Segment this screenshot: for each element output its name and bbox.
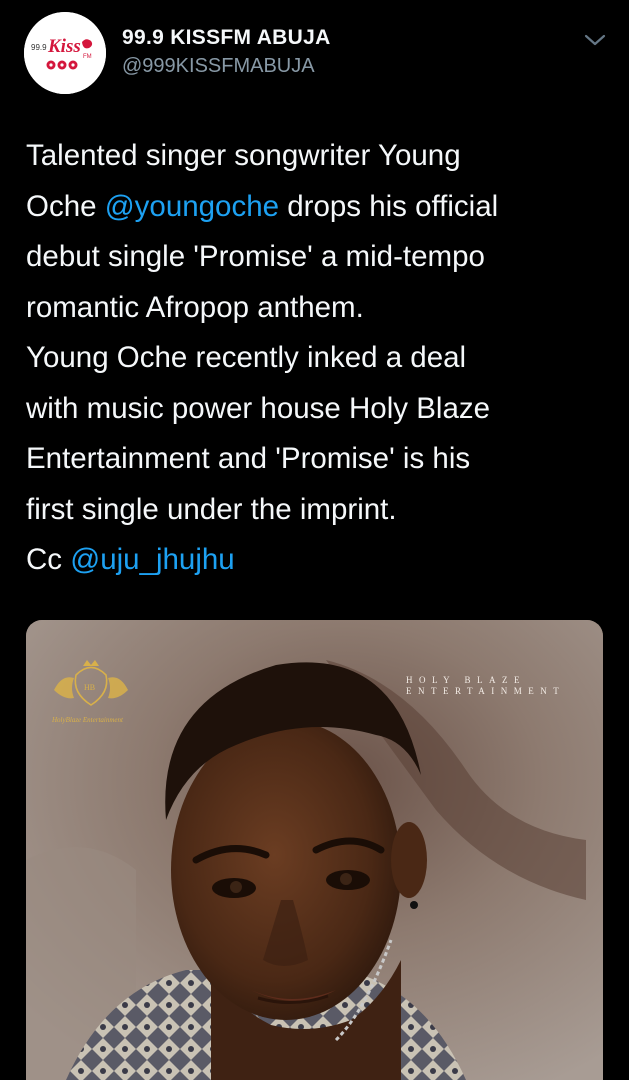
tweet-text-segment: Talented singer songwriter Young [26, 139, 461, 172]
svg-text:Kiss: Kiss [47, 36, 81, 57]
tweet-text-segment: Entertainment and 'Promise' is his [26, 442, 471, 475]
brand-line-1: HOLY BLAZE [406, 675, 527, 685]
kissfm-logo-icon: 99.9 Kiss FM [24, 12, 106, 94]
logo-signature: HolyBlaze Entertainment [51, 716, 124, 724]
tweet-text-segment: debut single 'Promise' a mid-tempo [26, 240, 485, 273]
tweet-line: romantic Afropop anthem. [26, 283, 611, 334]
brand-line-2: ENTERTAINMENT [406, 686, 566, 696]
tweet-text-segment: romantic Afropop anthem. [26, 290, 364, 324]
tweet-text-segment: Young Oche recently inked a deal [26, 341, 467, 374]
display-name[interactable]: 99.9 KISSFM ABUJA [122, 26, 331, 50]
tweet-text: Talented singer songwriter Young Oche @yo… [26, 131, 611, 586]
mention-link[interactable]: @youngoche [105, 190, 279, 223]
tweet-line: Entertainment and 'Promise' is his [26, 434, 611, 485]
tweet-media-image[interactable]: HB HolyBlaze Entertainment HOLY BLAZE EN… [26, 620, 603, 1080]
user-handle[interactable]: @999KISSFMABUJA [122, 55, 315, 78]
holyblaze-logo-icon: HB HolyBlaze Entertainment [46, 650, 136, 730]
tweet-text-segment: drops his official [279, 189, 499, 223]
mention-link[interactable]: @uju_jhujhu [70, 543, 234, 576]
tweet-line: Talented singer songwriter Young [26, 131, 611, 182]
tweet-line: Young Oche recently inked a deal [26, 333, 611, 384]
svg-text:99.9: 99.9 [31, 43, 47, 52]
svg-text:FM: FM [83, 54, 92, 60]
tweet-line: Oche @youngoche drops his official [26, 182, 611, 233]
tweet-line: first single under the imprint. [26, 485, 611, 536]
tweet-line: Cc @uju_jhujhu [26, 535, 611, 586]
svg-text:HB: HB [84, 683, 95, 692]
tweet-text-segment: first single under the imprint. [26, 492, 397, 526]
chevron-down-icon[interactable] [582, 30, 608, 50]
tweet-line: with music power house Holy Blaze [26, 384, 611, 435]
tweet-text-segment: Cc [26, 543, 71, 576]
tweet-line: debut single 'Promise' a mid-tempo [26, 232, 611, 283]
media-brand-text: HOLY BLAZE ENTERTAINMENT [406, 675, 565, 697]
avatar[interactable]: 99.9 Kiss FM [24, 12, 106, 94]
tweet-text-segment: with music power house Holy Blaze [26, 391, 491, 425]
tweet-text-segment: Oche [26, 189, 105, 223]
tweet-header: 99.9 Kiss FM 99.9 KISSFM ABUJA @999KISSF… [0, 0, 629, 110]
